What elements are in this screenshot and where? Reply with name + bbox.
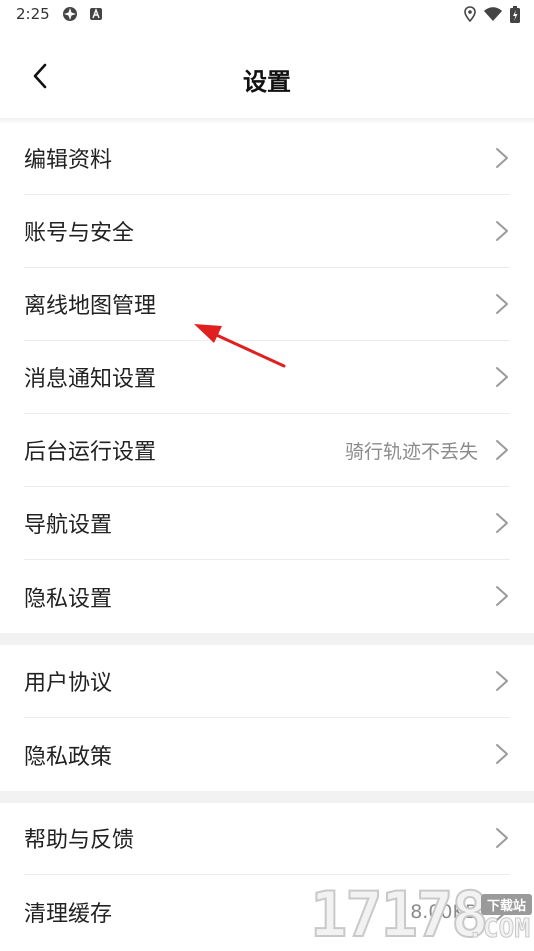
settings-item-label: 隐私政策 bbox=[24, 744, 113, 770]
settings-item-label: 帮助与反馈 bbox=[24, 828, 135, 853]
chevron-right-icon bbox=[496, 586, 508, 606]
settings-item-label: 后台运行设置 bbox=[24, 440, 157, 465]
a-badge-icon bbox=[89, 8, 102, 20]
settings-item-edit-profile[interactable]: 编辑资料 bbox=[24, 122, 510, 195]
settings-item-label: 离线地图管理 bbox=[24, 294, 157, 319]
settings-item-label: 消息通知设置 bbox=[24, 367, 157, 392]
chevron-right-icon bbox=[496, 744, 508, 764]
nav-bar: 设置 bbox=[0, 28, 534, 120]
chevron-right-icon bbox=[496, 671, 508, 691]
settings-item-account-security[interactable]: 账号与安全 bbox=[24, 195, 510, 268]
watermark-digits: 17178 bbox=[309, 878, 490, 951]
chevron-right-icon bbox=[496, 440, 508, 460]
settings-item-label: 清理缓存 bbox=[24, 901, 113, 927]
battery-icon bbox=[510, 5, 520, 23]
section-gap bbox=[0, 633, 534, 645]
settings-group-1: 编辑资料 账号与安全 离线地图管理 消息通知设置 后台运行设置 骑行轨迹不丢失 … bbox=[0, 122, 534, 645]
chevron-right-icon bbox=[496, 513, 508, 533]
app-icon bbox=[62, 7, 77, 21]
location-icon bbox=[464, 6, 476, 22]
chevron-right-icon bbox=[496, 148, 508, 168]
chevron-right-icon bbox=[496, 221, 508, 241]
chevron-right-icon bbox=[496, 294, 508, 314]
chevron-right-icon bbox=[496, 367, 508, 387]
status-time: 2:25 bbox=[16, 5, 50, 23]
status-bar: 2:25 bbox=[0, 0, 534, 28]
status-right bbox=[464, 5, 520, 23]
wifi-icon bbox=[484, 7, 502, 21]
settings-item-navigation[interactable]: 导航设置 bbox=[24, 487, 510, 560]
settings-item-privacy-policy[interactable]: 隐私政策 bbox=[24, 718, 510, 791]
settings-item-value: 骑行轨迹不丢失 bbox=[344, 440, 478, 463]
settings-item-privacy-settings[interactable]: 隐私设置 bbox=[24, 560, 510, 633]
settings-item-label: 账号与安全 bbox=[24, 221, 135, 246]
settings-item-label: 导航设置 bbox=[24, 513, 113, 538]
page-title: 设置 bbox=[243, 68, 291, 96]
settings-item-label: 编辑资料 bbox=[24, 148, 113, 173]
status-left: 2:25 bbox=[16, 5, 102, 23]
settings-item-notifications[interactable]: 消息通知设置 bbox=[24, 341, 510, 414]
settings-item-label: 隐私设置 bbox=[24, 586, 113, 612]
settings-item-background-run[interactable]: 后台运行设置 骑行轨迹不丢失 bbox=[24, 414, 510, 487]
settings-item-user-agreement[interactable]: 用户协议 bbox=[24, 645, 510, 718]
settings-item-offline-map[interactable]: 离线地图管理 bbox=[24, 268, 510, 341]
watermark-tag: 下载站 bbox=[480, 894, 532, 915]
watermark-logo: 17178 下载站 .COM bbox=[309, 878, 534, 951]
settings-group-2: 用户协议 隐私政策 bbox=[0, 645, 534, 803]
settings-item-help-feedback[interactable]: 帮助与反馈 bbox=[24, 802, 510, 875]
settings-item-label: 用户协议 bbox=[24, 671, 113, 696]
chevron-right-icon bbox=[496, 828, 508, 848]
watermark-suffix: .COM bbox=[467, 914, 531, 945]
